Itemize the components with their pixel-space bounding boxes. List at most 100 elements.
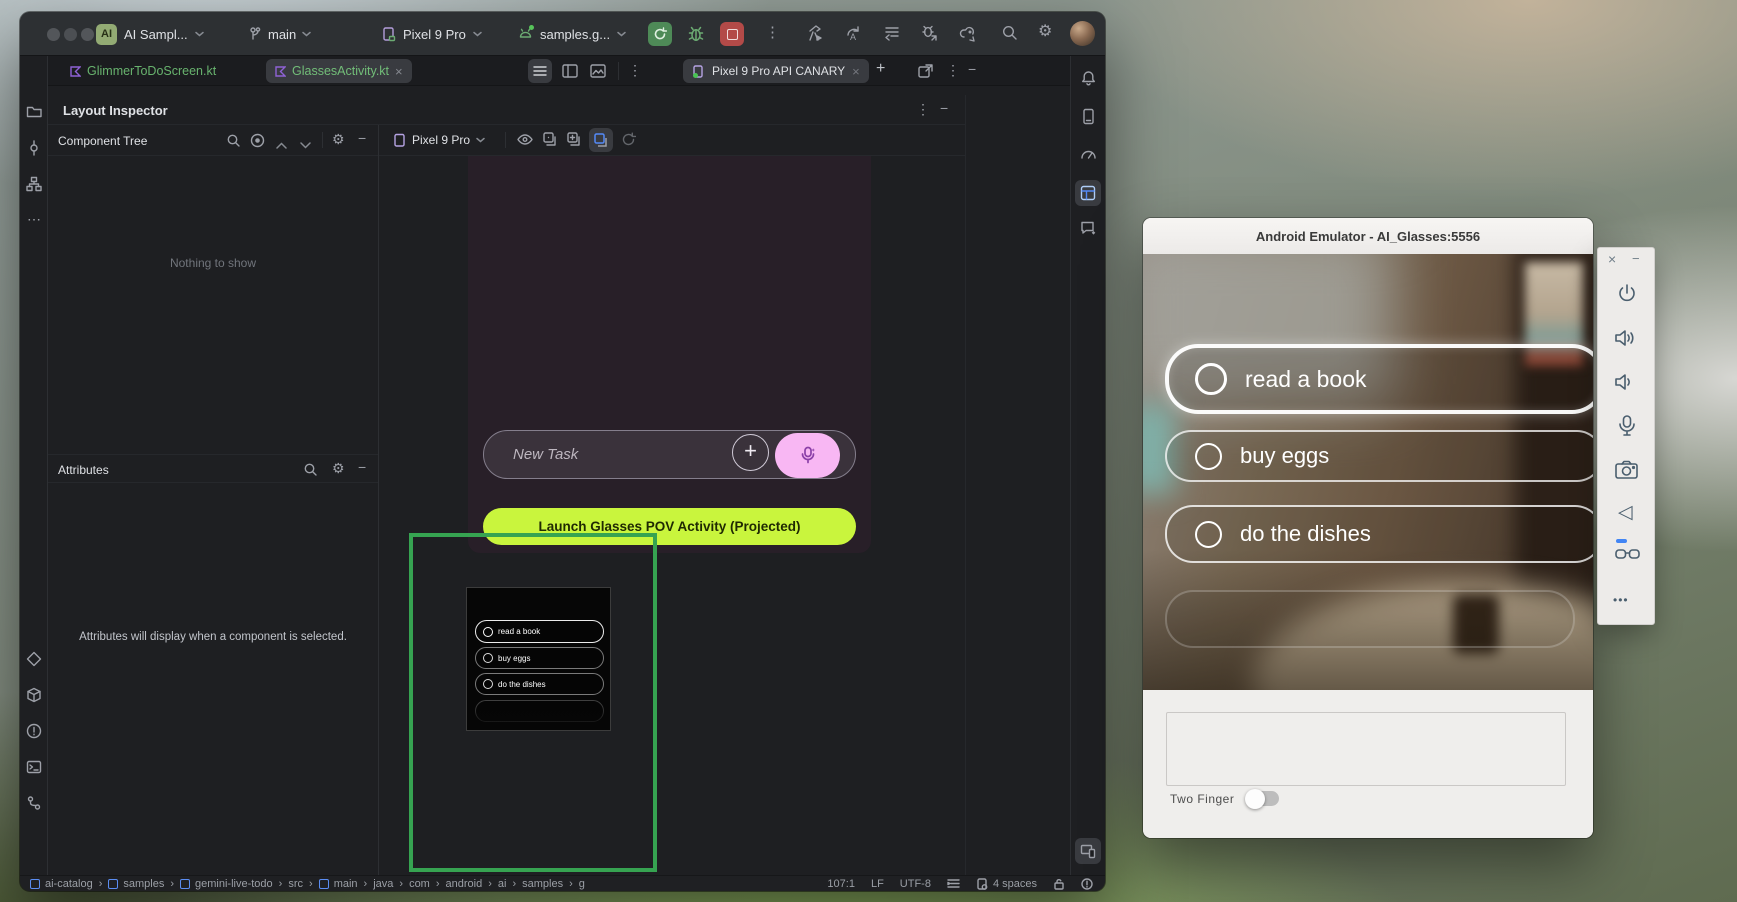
sidebar-item-build[interactable]	[26, 687, 42, 708]
project-selector[interactable]: AI AI Sampl...	[96, 22, 204, 46]
running-devices-minimize[interactable]: −	[968, 62, 976, 76]
window-zoom-button[interactable]	[81, 28, 94, 41]
sidebar-item-problems[interactable]	[26, 723, 42, 744]
unlock-icon[interactable]	[1053, 878, 1065, 890]
crumb-label[interactable]: src	[288, 878, 303, 890]
microphone-button[interactable]	[1616, 414, 1638, 443]
mirror-visibility-button[interactable]	[517, 133, 533, 151]
indent-widget[interactable]: 4 spaces	[976, 878, 1037, 890]
device-selector[interactable]: Pixel 9 Pro	[382, 22, 482, 46]
crumb-label[interactable]: java	[373, 878, 393, 890]
mirror-screenshot-button[interactable]	[543, 132, 558, 152]
emulator-more-button[interactable]: •••	[1613, 593, 1629, 607]
attributes-panel[interactable]: Attributes will display when a component…	[48, 483, 378, 875]
tree-search-button[interactable]	[226, 133, 241, 153]
apply-code-changes-button[interactable]	[882, 23, 902, 48]
sidebar-item-gem[interactable]	[26, 651, 42, 672]
attach-debugger-button[interactable]	[920, 23, 940, 48]
sidebar-item-project[interactable]	[26, 104, 43, 124]
debug-button[interactable]	[686, 24, 706, 44]
run-more-kebab[interactable]: ⋮	[765, 25, 780, 40]
sidebar-item-vcs[interactable]	[26, 795, 42, 816]
search-everywhere-button[interactable]	[1001, 24, 1019, 47]
crumb-label[interactable]: com	[409, 878, 430, 890]
caret-position[interactable]: 107:1	[827, 878, 855, 890]
crumb-label[interactable]: ai-catalog	[45, 878, 93, 890]
profiler-button[interactable]	[806, 23, 826, 48]
tree-collapse-button[interactable]	[300, 136, 311, 154]
avatar[interactable]	[1070, 21, 1095, 46]
crumb-label[interactable]: gemini-live-todo	[195, 878, 273, 890]
tree-visibility-button[interactable]	[250, 133, 265, 153]
device-explorer-button[interactable]	[1080, 108, 1097, 130]
profiler-tool-button[interactable]	[1080, 146, 1097, 168]
layout-inspector-kebab[interactable]: ⋮	[916, 102, 930, 116]
volume-down-button[interactable]	[1613, 370, 1639, 399]
sidebar-item-structure[interactable]	[26, 176, 42, 197]
editor-list-view-button[interactable]	[528, 59, 552, 83]
notifications-button[interactable]	[1080, 70, 1097, 92]
glasses-task-pill[interactable]: do the dishes	[1165, 505, 1593, 563]
open-in-window-button[interactable]	[918, 64, 933, 83]
volume-up-button[interactable]	[1613, 326, 1639, 355]
add-task-button[interactable]: +	[732, 434, 769, 471]
settings-button[interactable]: ⚙	[1038, 24, 1052, 40]
window-close-button[interactable]	[47, 28, 60, 41]
running-devices-tab[interactable]: Pixel 9 Pro API CANARY ×	[683, 59, 869, 83]
file-encoding[interactable]: UTF-8	[900, 878, 931, 890]
layout-inspector-minimize[interactable]: −	[940, 101, 948, 115]
mirror-refresh-button[interactable]	[621, 132, 636, 152]
tree-settings-button[interactable]: ⚙	[332, 132, 345, 146]
line-separator[interactable]: LF	[871, 878, 884, 890]
crumb-label[interactable]: samples	[123, 878, 164, 890]
app-insights-button[interactable]	[1080, 220, 1098, 242]
glasses-task-pill[interactable]: buy eggs	[1165, 430, 1593, 482]
glasses-task-pill-selected[interactable]: read a book	[1165, 344, 1593, 414]
back-button[interactable]: ◁	[1618, 501, 1633, 524]
emulator-screen[interactable]: read a book buy eggs do the dishes	[1143, 254, 1593, 690]
attributes-settings-button[interactable]: ⚙	[332, 461, 345, 475]
editor-more-kebab[interactable]: ⋮	[628, 63, 642, 77]
mirrored-phone-screen[interactable]: New Task + Launch Glasses POV Activity (…	[468, 156, 871, 553]
tab-glimmertodoscreen[interactable]: GlimmerToDoScreen.kt	[60, 56, 226, 86]
component-tree-panel[interactable]: Nothing to show	[48, 156, 378, 454]
gradle-sync-button[interactable]	[958, 23, 980, 48]
crumb-label[interactable]: main	[334, 878, 358, 890]
stop-button[interactable]	[720, 22, 744, 46]
crumb-label[interactable]: android	[446, 878, 483, 890]
sidebar-item-commit[interactable]	[26, 140, 42, 161]
close-tab-icon[interactable]: ×	[852, 65, 860, 78]
mirror-inspect-toggle[interactable]	[589, 128, 613, 152]
window-minimize-button[interactable]	[64, 28, 77, 41]
breadcrumb[interactable]: ai-catalog › samples › gemini-live-todo …	[30, 878, 585, 890]
running-devices-kebab[interactable]: ⋮	[946, 63, 960, 77]
camera-button[interactable]	[1614, 458, 1640, 487]
crumb-label[interactable]: g	[579, 878, 585, 890]
indent-icon[interactable]	[947, 878, 960, 889]
attributes-hide-button[interactable]: −	[358, 460, 366, 474]
exclamation-circle-icon[interactable]	[1081, 878, 1093, 890]
touchpad-area[interactable]	[1166, 712, 1566, 786]
editor-image-view-button[interactable]	[590, 64, 606, 83]
crumb-label[interactable]: ai	[498, 878, 507, 890]
two-finger-toggle[interactable]	[1247, 791, 1279, 806]
glasses-button[interactable]	[1614, 544, 1641, 571]
mirror-record-button[interactable]	[567, 132, 582, 152]
emulator-toolbar-minimize[interactable]: −	[1632, 251, 1640, 266]
tab-glassesactivity[interactable]: GlassesActivity.kt ×	[266, 59, 412, 83]
sidebar-item-more[interactable]: ⋯	[27, 212, 41, 226]
emulator-toolbar-close[interactable]: ×	[1608, 251, 1616, 267]
attributes-search-button[interactable]	[303, 462, 318, 482]
close-tab-icon[interactable]: ×	[395, 65, 403, 78]
tree-expand-button[interactable]	[276, 136, 287, 154]
crumb-label[interactable]: samples	[522, 878, 563, 890]
sidebar-item-terminal[interactable]	[26, 759, 42, 780]
add-device-tab-button[interactable]: +	[876, 61, 885, 77]
branch-selector[interactable]: main	[248, 22, 311, 46]
apply-changes-button[interactable]: A	[844, 23, 864, 48]
editor-split-view-button[interactable]	[562, 64, 578, 83]
running-devices-tool-button[interactable]	[1075, 838, 1101, 864]
tree-hide-button[interactable]: −	[358, 131, 366, 145]
emulator-title-bar[interactable]: Android Emulator - AI_Glasses:5556	[1143, 218, 1593, 255]
run-config-selector[interactable]: samples.g...	[518, 22, 626, 46]
